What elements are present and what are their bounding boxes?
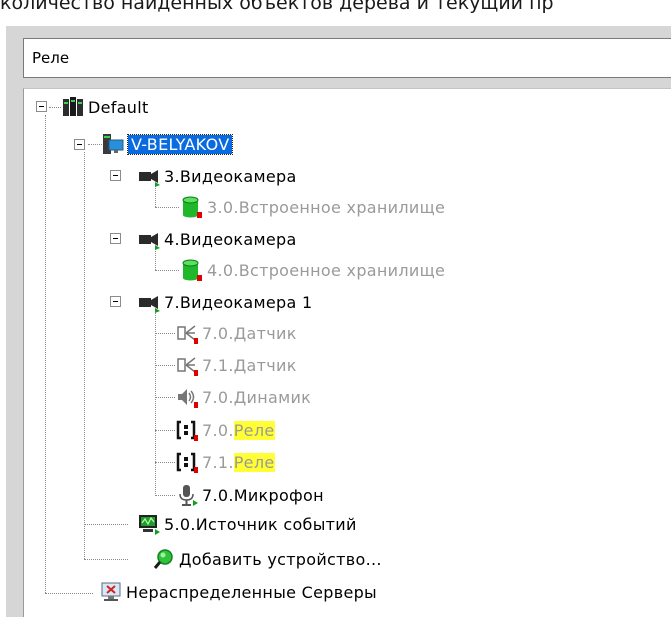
collapse-toggle-camera4[interactable] — [110, 233, 121, 244]
camera-icon — [138, 165, 160, 187]
tree-label: 7.1.Датчик — [202, 355, 297, 375]
tree-line — [84, 524, 128, 525]
tree-label: 3.0.Встроенное хранилище — [207, 197, 446, 217]
tree-node-relay-1[interactable]: 7.1. Реле — [176, 450, 275, 474]
tree-label: 7.0.Динамик — [202, 387, 312, 407]
sensor-icon — [176, 322, 198, 344]
tree-label: 3.Видеокамера — [164, 166, 297, 186]
tree-line — [49, 107, 61, 108]
tree-label: 7.0.Датчик — [202, 323, 297, 343]
tree-label: Нераспределенные Серверы — [126, 582, 377, 602]
tree-label-prefix: 7.0. — [202, 420, 234, 440]
tree-label: Добавить устройство... — [179, 549, 382, 569]
tree-line — [45, 593, 93, 594]
tree-node-camera4[interactable]: 4.Видеокамера — [138, 227, 297, 251]
add-device-icon — [153, 548, 175, 570]
event-source-icon — [138, 513, 160, 535]
microphone-icon — [176, 484, 198, 506]
relay-icon — [176, 451, 198, 473]
tree-label: Default — [88, 97, 149, 117]
tree-label: 4.Видеокамера — [164, 229, 297, 249]
server-group-icon — [62, 96, 84, 118]
tree-line — [45, 115, 46, 593]
tree-node-sensor-0[interactable]: 7.0.Датчик — [176, 321, 297, 345]
camera-icon — [138, 228, 160, 250]
device-tree — [23, 88, 671, 617]
storage-icon — [181, 196, 203, 218]
tree-line — [155, 495, 175, 496]
collapse-toggle-default[interactable] — [36, 101, 47, 112]
tree-line — [84, 152, 85, 559]
tree-line — [155, 430, 175, 431]
tree-node-speaker[interactable]: 7.0.Динамик — [176, 385, 311, 409]
computer-icon — [102, 133, 124, 155]
tree-node-storage3[interactable]: 3.0.Встроенное хранилище — [181, 195, 445, 219]
collapse-toggle-camera7[interactable] — [110, 296, 121, 307]
tree-node-storage4[interactable]: 4.0.Встроенное хранилище — [181, 258, 445, 282]
tree-line — [155, 270, 179, 271]
tree-line — [155, 310, 156, 496]
tree-line — [155, 248, 156, 270]
tree-line — [155, 365, 175, 366]
tree-node-server[interactable]: V-BELYAKOV — [102, 132, 234, 156]
tree-line — [84, 559, 128, 560]
add-device-button[interactable]: Добавить устройство... — [153, 547, 382, 571]
tree-label: 7.0.Микрофон — [202, 485, 324, 505]
tree-label: 4.0.Встроенное хранилище — [207, 260, 446, 280]
tree-node-default[interactable]: Default — [62, 95, 149, 119]
tree-label-selected: V-BELYAKOV — [126, 133, 234, 155]
search-match-highlight: Реле — [233, 420, 275, 440]
tree-line — [155, 462, 175, 463]
camera-icon — [138, 291, 160, 313]
collapse-toggle-camera3[interactable] — [110, 170, 121, 181]
speaker-icon — [176, 386, 198, 408]
tree-node-unassigned-servers[interactable]: Нераспределенные Серверы — [100, 580, 377, 604]
tree-line — [155, 207, 179, 208]
tree-label: 5.0.Источник событий — [164, 514, 357, 534]
search-input[interactable] — [24, 39, 671, 77]
tree-node-camera3[interactable]: 3.Видеокамера — [138, 164, 297, 188]
tree-node-event-source[interactable]: 5.0.Источник событий — [138, 512, 357, 536]
tree-node-camera7[interactable]: 7.Видеокамера 1 — [138, 290, 312, 314]
tree-label: 7.Видеокамера 1 — [164, 292, 313, 312]
unassigned-servers-icon — [100, 581, 122, 603]
tree-label-prefix: 7.1. — [202, 452, 234, 472]
storage-icon — [181, 259, 203, 281]
tree-node-relay-0[interactable]: 7.0. Реле — [176, 418, 275, 442]
tree-line — [155, 397, 175, 398]
search-match-highlight: Реле — [233, 452, 275, 472]
sensor-icon — [176, 354, 198, 376]
search-field[interactable] — [23, 38, 671, 78]
relay-icon — [176, 419, 198, 441]
tree-line — [155, 333, 175, 334]
collapse-toggle-server[interactable] — [74, 139, 85, 150]
tree-node-microphone[interactable]: 7.0.Микрофон — [176, 483, 324, 507]
tree-node-sensor-1[interactable]: 7.1.Датчик — [176, 353, 297, 377]
page-caption: количество найденных объектов дерева и т… — [0, 0, 554, 14]
